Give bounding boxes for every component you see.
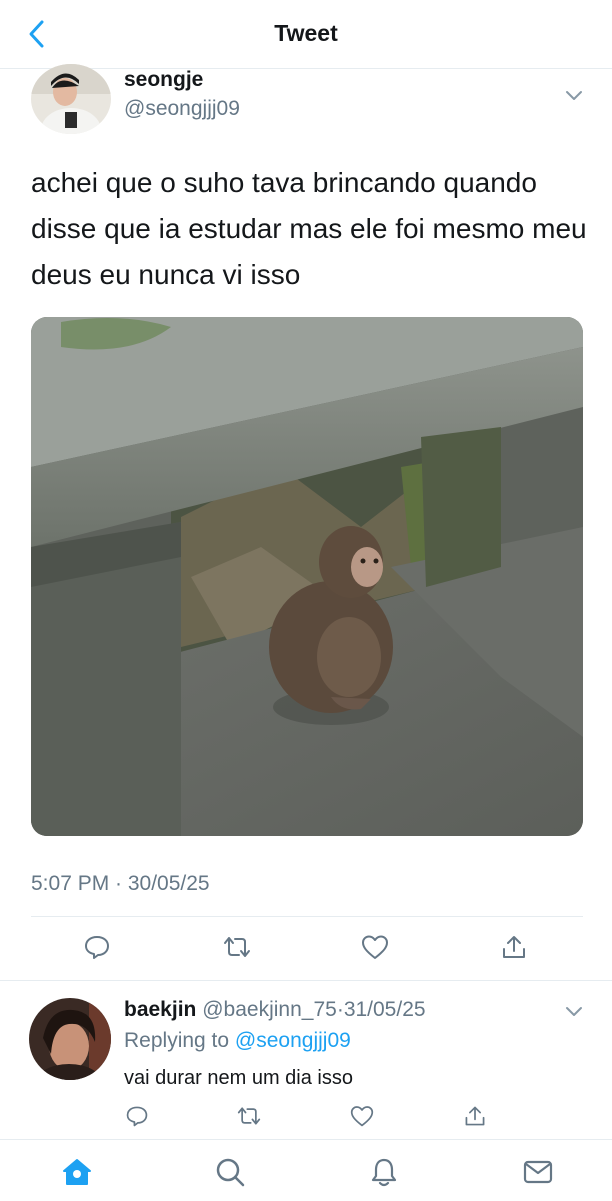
divider (0, 980, 612, 981)
author-name[interactable]: seongje (124, 68, 203, 92)
reply-icon (126, 1106, 148, 1127)
retweet-button[interactable] (219, 929, 255, 965)
share-button[interactable] (496, 929, 532, 965)
reply-share-button[interactable] (459, 1100, 491, 1132)
home-icon (63, 1159, 91, 1185)
tab-notifications[interactable] (364, 1152, 404, 1192)
chevron-down-icon (566, 1007, 582, 1016)
share-icon (503, 936, 525, 958)
share-icon (465, 1106, 485, 1126)
like-icon (350, 1106, 374, 1127)
tweet-timestamp[interactable]: 5:07 PM · 30/05/25 (31, 872, 210, 896)
tab-search[interactable] (210, 1152, 250, 1192)
divider (31, 916, 583, 917)
reply-date[interactable]: 31/05/25 (344, 998, 426, 1021)
reply-button[interactable] (79, 929, 115, 965)
bottom-tab-bar (0, 1139, 612, 1201)
monkey-photo (31, 317, 583, 836)
retweet-icon (237, 1107, 261, 1125)
reply-icon (85, 936, 109, 959)
retweet-icon (224, 937, 250, 957)
tweet-text: achei que o suho tava brincando quando d… (31, 167, 587, 290)
replying-to-label: Replying to (124, 1029, 230, 1052)
author-handle[interactable]: @seongjjj09 (124, 97, 240, 121)
top-bar: Tweet (0, 0, 612, 69)
tweet-menu-button[interactable] (564, 85, 584, 105)
replying-to-handle[interactable]: @seongjjj09 (235, 1029, 351, 1052)
reply-reply-button[interactable] (121, 1100, 153, 1132)
replying-to: Replying to @seongjjj09 (124, 1029, 351, 1053)
author-avatar[interactable] (31, 64, 111, 134)
page-title: Tweet (274, 20, 338, 46)
chevron-down-icon (566, 91, 582, 100)
reply-avatar[interactable] (29, 998, 111, 1080)
like-icon (362, 935, 388, 959)
like-button[interactable] (357, 929, 393, 965)
notifications-icon (371, 1158, 397, 1187)
reply-retweet-button[interactable] (233, 1100, 265, 1132)
reply-header: baekjin @baekjinn_75·31/05/25 (124, 998, 426, 1022)
reply-menu-button[interactable] (564, 1001, 584, 1021)
reply-author-handle[interactable]: @baekjinn_75 (202, 998, 337, 1021)
tab-messages[interactable] (518, 1152, 558, 1192)
messages-icon (523, 1160, 553, 1184)
tab-home[interactable] (57, 1152, 97, 1192)
reply-like-button[interactable] (346, 1100, 378, 1132)
reply-author-name[interactable]: baekjin (124, 998, 196, 1021)
reply-text: vai durar nem um dia isso (124, 1067, 353, 1089)
separator-dot: · (336, 998, 344, 1021)
tweet-media[interactable] (31, 317, 583, 836)
search-icon (216, 1158, 245, 1187)
